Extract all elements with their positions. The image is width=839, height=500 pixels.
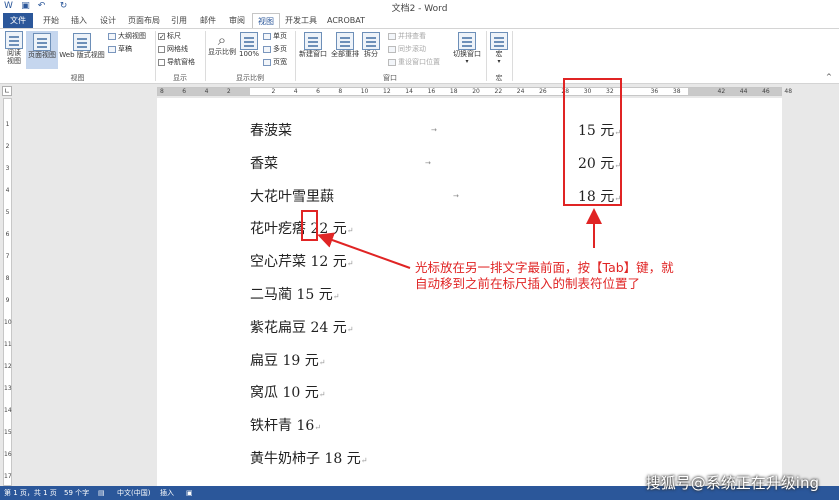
status-language[interactable]: 中文(中国) <box>117 486 150 500</box>
status-mode[interactable]: 插入 <box>160 486 174 500</box>
annotation-arrows <box>317 208 602 269</box>
macro-record-icon[interactable]: ▣ <box>186 486 193 500</box>
annotation-text: 光标放在另一排文字最前面，按【Tab】键，就自动移到之前在标尺插入的制表符位置了 <box>415 260 674 291</box>
proofing-icon[interactable]: ▤ <box>98 486 105 500</box>
status-words[interactable]: 59 个字 <box>64 486 89 500</box>
watermark: 搜狐号@系统正在升级ing <box>645 474 819 492</box>
status-page[interactable]: 第 1 页，共 1 页 <box>4 486 57 500</box>
arrow-to-cursor <box>317 232 411 269</box>
